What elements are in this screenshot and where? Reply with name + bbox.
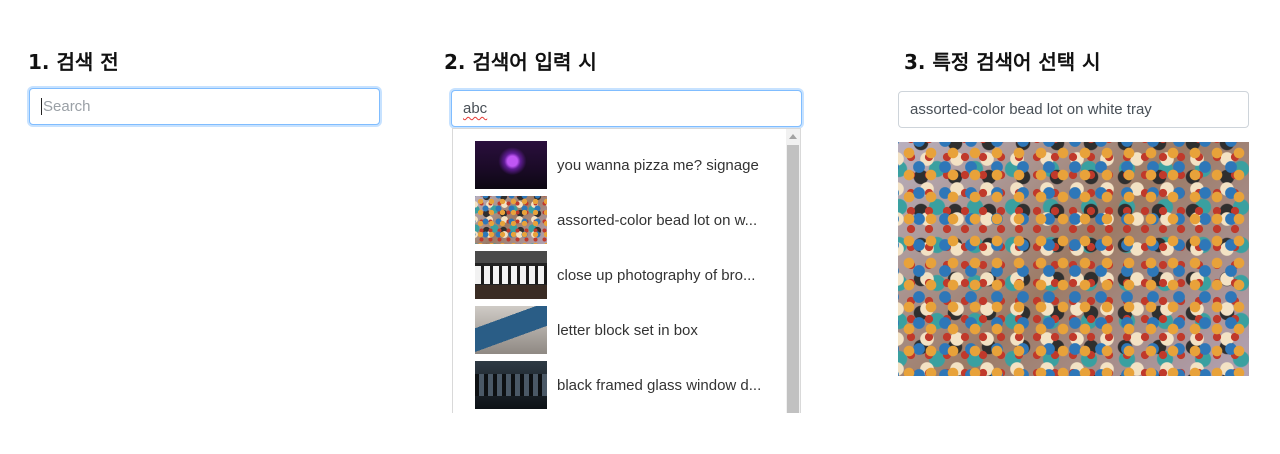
beads-thumbnail-icon (475, 196, 547, 244)
letter-box-thumbnail-icon (475, 306, 547, 354)
text-caret (41, 98, 42, 115)
scroll-up-arrow-icon[interactable] (789, 134, 797, 139)
film-strip-thumbnail-icon (475, 251, 547, 299)
search-selected-text: assorted-color bead lot on white tray (910, 101, 1152, 118)
panel-2-title: 2. 검색어 입력 시 (444, 50, 597, 74)
neon-sign-thumbnail-icon (475, 141, 547, 189)
suggestion-label: close up photography of bro... (557, 266, 756, 284)
panel-selected: 3. 특정 검색어 선택 시 (904, 46, 1101, 75)
suggestion-item[interactable]: letter block set in box (475, 306, 775, 354)
search-typed-text: abc (463, 100, 488, 117)
suggestion-item[interactable]: close up photography of bro... (475, 251, 775, 299)
window-thumbnail-icon (475, 361, 547, 409)
scrollbar-thumb[interactable] (787, 145, 799, 413)
panel-1-title: 1. 검색 전 (28, 50, 119, 74)
panel-typing: 2. 검색어 입력 시 (444, 46, 597, 75)
search-input-empty[interactable]: Search (29, 88, 380, 125)
autocomplete-dropdown: you wanna pizza me? signage assorted-col… (452, 128, 801, 413)
suggestion-item[interactable]: assorted-color bead lot on w... (475, 196, 775, 244)
search-input-typing[interactable]: abc (451, 90, 802, 127)
search-placeholder: Search (43, 98, 91, 115)
suggestion-label: letter block set in box (557, 321, 698, 339)
panel-3-title: 3. 특정 검색어 선택 시 (904, 50, 1101, 74)
suggestion-item[interactable]: black framed glass window d... (475, 361, 775, 409)
search-input-selected[interactable]: assorted-color bead lot on white tray (898, 91, 1249, 128)
suggestion-item[interactable]: you wanna pizza me? signage (475, 141, 775, 189)
suggestion-label: you wanna pizza me? signage (557, 156, 759, 174)
suggestion-label: assorted-color bead lot on w... (557, 211, 758, 229)
panel-before-search: 1. 검색 전 (28, 46, 119, 75)
selected-result-image (898, 142, 1249, 376)
dropdown-scrollbar[interactable] (786, 129, 800, 413)
suggestion-label: black framed glass window d... (557, 376, 762, 394)
